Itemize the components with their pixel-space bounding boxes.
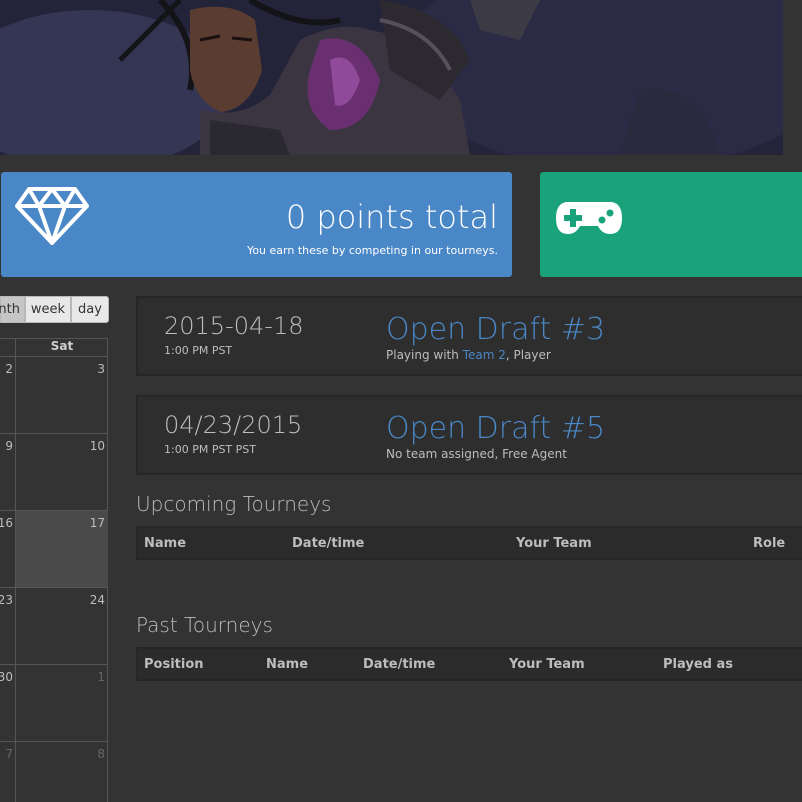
column-header-datetime[interactable]: Date/time bbox=[363, 657, 435, 672]
gamepad-icon bbox=[554, 198, 624, 242]
past-tourneys-heading: Past Tourneys bbox=[136, 613, 273, 637]
calendar-day-other-month[interactable]: 8 bbox=[16, 742, 108, 802]
month-view-button[interactable]: nth bbox=[0, 296, 25, 323]
tourney-team-info: No team assigned, Free Agent bbox=[386, 447, 567, 461]
points-caption: You earn these by competing in our tourn… bbox=[247, 244, 498, 257]
tourney-card[interactable]: 2015-04-18 1:00 PM PST Open Draft #3 Pla… bbox=[136, 296, 802, 376]
calendar-grid: Sat 2 3 9 10 16 17 23 24 30 1 7 8 bbox=[0, 338, 108, 802]
calendar-day[interactable]: 30 bbox=[0, 665, 15, 742]
tourney-title-link[interactable]: Open Draft #5 bbox=[386, 411, 605, 446]
points-panel: 0 points total You earn these by competi… bbox=[1, 172, 512, 277]
calendar-header-sat: Sat bbox=[16, 339, 108, 357]
team-link[interactable]: Team 2 bbox=[463, 348, 506, 362]
calendar-day[interactable]: 10 bbox=[16, 434, 108, 511]
column-header-name[interactable]: Name bbox=[144, 536, 186, 551]
calendar-day[interactable]: 2 bbox=[0, 357, 15, 434]
week-view-button[interactable]: week bbox=[25, 296, 71, 323]
diamond-icon bbox=[15, 186, 89, 250]
calendar-day-other-month[interactable]: 7 bbox=[0, 742, 15, 802]
tourney-time: 1:00 PM PST bbox=[164, 344, 233, 357]
calendar-view-toggle: nth week day bbox=[0, 296, 109, 323]
column-header-your-team[interactable]: Your Team bbox=[509, 657, 585, 672]
column-header-name[interactable]: Name bbox=[266, 657, 308, 672]
column-header-datetime[interactable]: Date/time bbox=[292, 536, 364, 551]
day-view-button[interactable]: day bbox=[71, 296, 109, 323]
page: 0 points total You earn these by competi… bbox=[0, 0, 802, 802]
upcoming-tourneys-heading: Upcoming Tourneys bbox=[136, 492, 332, 516]
upcoming-table-header: Name Date/time Your Team Role bbox=[136, 526, 802, 560]
tourney-time: 1:00 PM PST PST bbox=[164, 443, 256, 456]
calendar-day-other-month[interactable]: 1 bbox=[16, 665, 108, 742]
calendar-day[interactable]: 16 bbox=[0, 511, 15, 588]
column-header-role[interactable]: Role bbox=[753, 536, 785, 551]
points-total: 0 points total bbox=[285, 198, 498, 236]
past-table-header: Position Name Date/time Your Team Played… bbox=[136, 647, 802, 681]
tourney-title-link[interactable]: Open Draft #3 bbox=[386, 312, 605, 347]
tourney-card[interactable]: 04/23/2015 1:00 PM PST PST Open Draft #5… bbox=[136, 395, 802, 475]
calendar-day[interactable]: 24 bbox=[16, 588, 108, 665]
games-panel bbox=[540, 172, 802, 277]
tourney-date: 2015-04-18 bbox=[164, 312, 304, 340]
tourney-date: 04/23/2015 bbox=[164, 411, 303, 439]
column-header-your-team[interactable]: Your Team bbox=[516, 536, 592, 551]
calendar-day[interactable]: 23 bbox=[0, 588, 15, 665]
calendar-header-fri bbox=[0, 339, 15, 357]
calendar-day[interactable]: 9 bbox=[0, 434, 15, 511]
tourney-team-info: Playing with Team 2, Player bbox=[386, 348, 551, 362]
hero-banner-image bbox=[0, 0, 783, 155]
calendar-day-today[interactable]: 17 bbox=[16, 511, 108, 588]
column-header-played-as[interactable]: Played as bbox=[663, 657, 733, 672]
column-header-position[interactable]: Position bbox=[144, 657, 204, 672]
calendar-day[interactable]: 3 bbox=[16, 357, 108, 434]
